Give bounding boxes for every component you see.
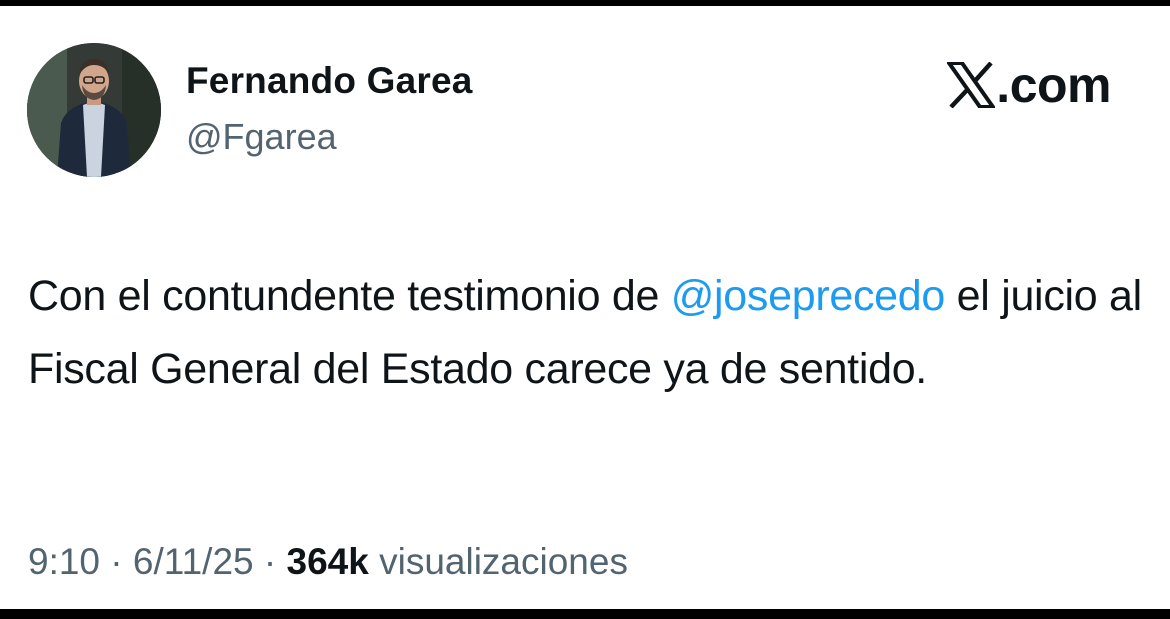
tweet-time[interactable]: 9:10: [28, 541, 100, 582]
tweet-meta: 9:10 · 6/11/25 · 364k visualizaciones: [28, 541, 628, 583]
meta-separator: ·: [110, 541, 123, 582]
meta-separator: ·: [263, 541, 277, 582]
brand-text: .com: [996, 57, 1111, 113]
tweet-date[interactable]: 6/11/25: [133, 541, 254, 582]
brand-logo: .com: [947, 55, 1111, 115]
tweet-text-start: Con el contundente testimonio de: [28, 272, 671, 320]
avatar[interactable]: [27, 43, 161, 177]
x-logo-icon: [947, 62, 996, 108]
mention-link[interactable]: @joseprecedo: [671, 272, 946, 320]
tweet-text: Con el contundente testimonio de @josepr…: [28, 260, 1148, 406]
author-name[interactable]: Fernando Garea: [186, 60, 473, 102]
author-handle[interactable]: @Fgarea: [186, 116, 337, 158]
profile-photo-icon: [27, 43, 161, 177]
views-label: visualizaciones: [379, 541, 628, 582]
views-count: 364k: [286, 541, 369, 582]
tweet-card: Fernando Garea @Fgarea .com Con el contu…: [0, 6, 1170, 609]
